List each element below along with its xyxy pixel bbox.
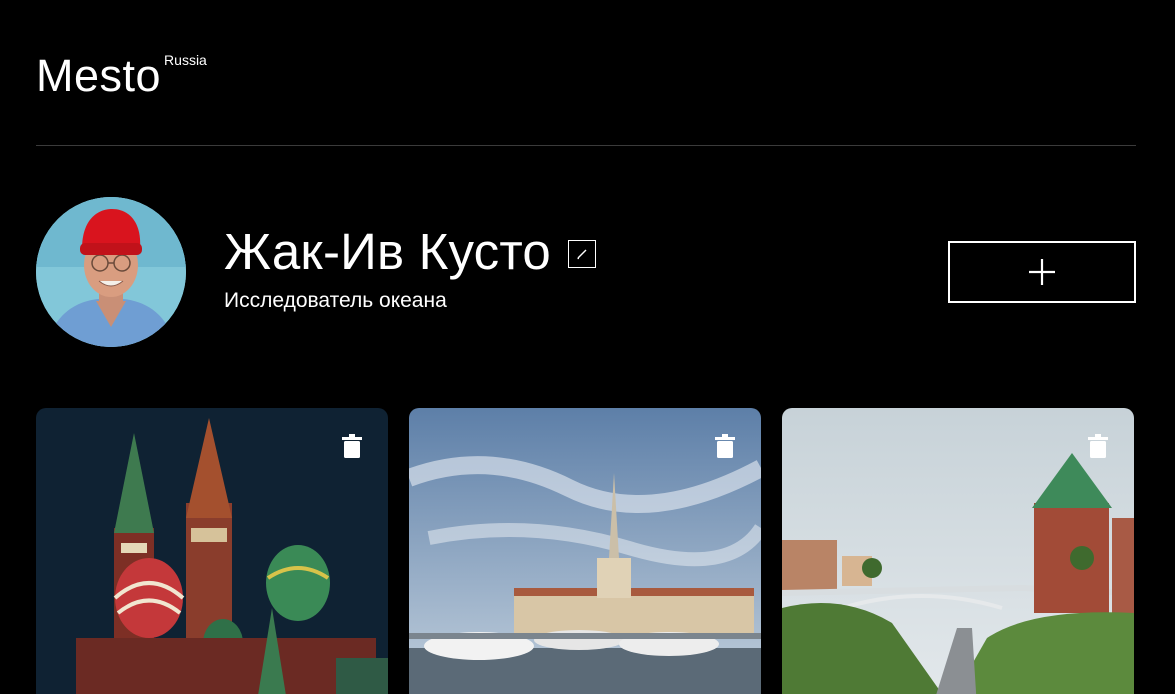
page: Mesto Russia Жак-Ив Кусто Исследователь … [36, 0, 1136, 694]
logo-text: Mesto [36, 50, 162, 101]
avatar[interactable] [36, 197, 186, 347]
logo-superscript: Russia [164, 52, 207, 68]
profile: Жак-Ив Кусто Исследователь океана [36, 146, 1136, 408]
card-image[interactable] [782, 408, 1134, 694]
add-card-button[interactable] [948, 241, 1136, 303]
card-image[interactable] [409, 408, 761, 694]
plus-icon [1029, 259, 1055, 285]
profile-name-row: Жак-Ив Кусто [224, 224, 596, 280]
cards-grid [36, 408, 1136, 694]
trash-icon[interactable] [715, 434, 735, 458]
pencil-icon [577, 249, 587, 260]
trash-icon[interactable] [1088, 434, 1108, 458]
avatar-image [36, 197, 186, 347]
card [782, 408, 1134, 694]
profile-about: Исследователь океана [224, 289, 447, 312]
profile-name: Жак-Ив Кусто [224, 223, 551, 280]
site-header: Mesto Russia [36, 0, 1136, 146]
card [36, 408, 388, 694]
card-image[interactable] [36, 408, 388, 694]
trash-icon[interactable] [342, 434, 362, 458]
profile-info: Жак-Ив Кусто Исследователь океана [224, 224, 596, 313]
card [409, 408, 761, 694]
logo: Mesto Russia [36, 50, 207, 101]
edit-profile-button[interactable] [567, 240, 596, 268]
